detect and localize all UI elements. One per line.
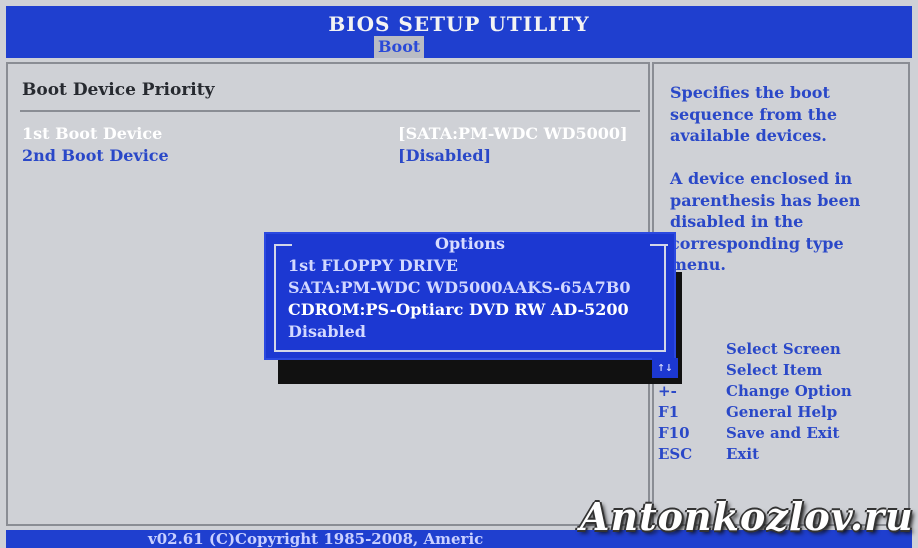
help-line: sequence from the: [670, 104, 837, 124]
key-desc: Exit: [726, 445, 760, 463]
option-item-selected[interactable]: CDROM:PS-Optiarc DVD RW AD-5200: [288, 300, 629, 319]
help-line: available devices.: [670, 126, 827, 145]
app-title: BIOS SETUP UTILITY: [328, 12, 590, 36]
help-line: Specifies the boot: [670, 83, 830, 102]
header-bar: BIOS SETUP UTILITY Boot: [6, 6, 912, 58]
boot-device-label: 1st Boot Device: [22, 124, 163, 143]
key-desc: Change Option: [726, 382, 852, 400]
help-description: Specifies the boot sequence from the ava…: [670, 82, 837, 147]
arrows-icon: ↑↓: [652, 358, 678, 378]
key-row: ESC Exit: [658, 445, 908, 466]
help-line: A device enclosed in: [670, 169, 853, 188]
copyright-text: v02.61 (C)Copyright 1985-2008, Americ: [148, 530, 484, 548]
help-panel: Specifies the boot sequence from the ava…: [652, 62, 910, 526]
dialog-title: Options: [435, 234, 505, 253]
key-desc: General Help: [726, 403, 838, 421]
options-dialog: Options 1st FLOPPY DRIVE SATA:PM-WDC WD5…: [264, 232, 676, 360]
help-line: disabled in the: [670, 212, 804, 231]
divider: [20, 110, 640, 112]
key-row: ↑↓ Select Item: [658, 361, 908, 382]
key-row: F1 General Help: [658, 403, 908, 424]
tab-boot[interactable]: Boot: [374, 36, 425, 58]
watermark: Antonkozlov.ru: [580, 494, 914, 539]
key-desc: Select Screen: [726, 340, 841, 358]
key-name: +-: [658, 382, 677, 400]
section-title: Boot Device Priority: [22, 80, 215, 100]
option-item[interactable]: SATA:PM-WDC WD5000AAKS-65A7B0: [288, 278, 630, 297]
key-row: Select Screen: [658, 340, 908, 361]
key-desc: Save and Exit: [726, 424, 840, 442]
help-line: corresponding type: [670, 233, 844, 253]
key-name: ESC: [658, 445, 693, 463]
boot-device-label: 2nd Boot Device: [22, 146, 169, 165]
boot-device-value[interactable]: [Disabled]: [398, 146, 491, 165]
help-note: A device enclosed in parenthesis has bee…: [670, 168, 860, 276]
bios-screen: BIOS SETUP UTILITY Boot Boot Device Prio…: [0, 0, 918, 548]
help-line: menu.: [670, 255, 726, 274]
key-name: F10: [658, 424, 690, 442]
option-item[interactable]: Disabled: [288, 322, 366, 341]
key-name: F1: [658, 403, 680, 421]
key-row: +- Change Option: [658, 382, 908, 403]
help-line: parenthesis has been: [670, 190, 861, 210]
key-legend: Select Screen ↑↓ Select Item +- Change O…: [658, 340, 908, 466]
boot-device-value[interactable]: [SATA:PM-WDC WD5000]: [398, 124, 628, 143]
key-row: F10 Save and Exit: [658, 424, 908, 445]
key-desc: Select Item: [726, 361, 823, 379]
option-item[interactable]: 1st FLOPPY DRIVE: [288, 256, 458, 275]
